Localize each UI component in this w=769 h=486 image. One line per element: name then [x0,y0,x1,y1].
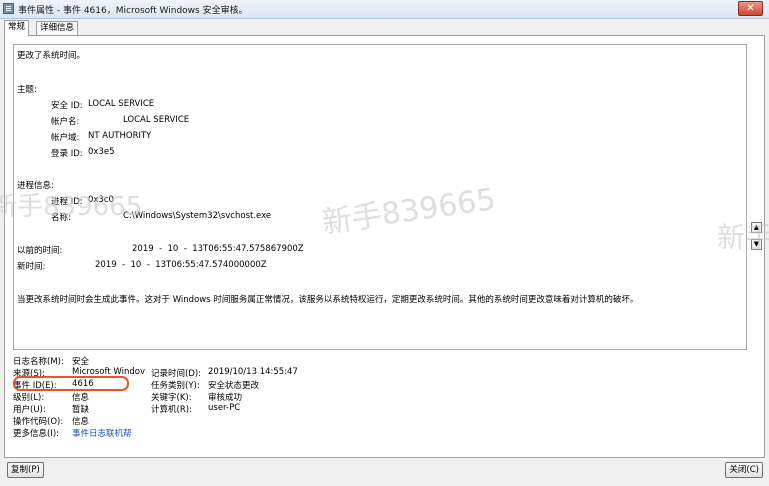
subject-header: 主题: [17,85,37,95]
title-bar: 事件属性 - 事件 4616，Microsoft Windows 安全审核。 ✕ [0,0,769,19]
level-value: 信息 [72,393,90,403]
more-info-label: 更多信息(I): [13,429,60,439]
log-name-value: 安全 [72,357,90,367]
opcode-value: 信息 [72,417,90,427]
security-id-label: 安全 ID: [51,101,83,111]
new-time-value: 2019 - 10 - 13T06:55:47.574000000Z [95,260,267,270]
watermark-right: 新手 [717,221,769,254]
task-category-label: 任务类别(Y): [151,381,200,391]
event-viewer-icon [3,3,14,14]
security-id-value: LOCAL SERVICE [88,99,155,109]
task-category-value: 安全状态更改 [208,381,260,391]
logged-label: 记录时间(D): [151,369,202,379]
general-panel: 更改了系统时间。 主题: 安全 ID: LOCAL SERVICE 帐户名: L… [0,35,769,458]
keywords-value: 审核成功 [208,393,243,403]
copy-button[interactable]: 复制(P) [7,462,44,478]
window-close-button[interactable]: ✕ [738,1,763,16]
close-button[interactable]: 关闭(C) [725,462,763,478]
description-note: 当更改系统时间时会生成此事件。这对于 Windows 时间服务属正常情况，该服务… [17,295,639,305]
account-name-value: LOCAL SERVICE [123,115,190,125]
account-domain-value: NT AUTHORITY [88,131,152,141]
keywords-label: 关键字(K): [151,393,192,403]
previous-time-label: 以前的时间: [17,246,63,256]
logon-id-label: 登录 ID: [51,149,83,159]
level-label: 级别(L): [13,393,45,403]
logon-id-value: 0x3e5 [88,147,115,157]
logged-value: 2019/10/13 14:55:47 [208,367,298,377]
tab-details[interactable]: 详细信息 [36,21,79,35]
account-domain-label: 帐户域: [51,133,80,143]
user-value: 暂缺 [72,405,90,415]
new-time-label: 新时间: [17,262,46,272]
event-id-highlight [13,376,129,391]
process-name-value: C:\Windows\System32\svchost.exe [123,211,272,221]
user-label: 用户(U): [13,405,46,415]
watermark-left: 新手839665 [0,192,143,222]
opcode-label: 操作代码(O): [13,417,64,427]
computer-value: user-PC [208,403,241,413]
log-name-label: 日志名称(M): [13,357,64,367]
tab-general[interactable]: 常规 [4,20,30,36]
account-name-label: 帐户名: [51,117,80,127]
more-info-link[interactable]: 事件日志联机帮 [72,427,132,439]
window-title: 事件属性 - 事件 4616，Microsoft Windows 安全审核。 [18,6,248,16]
computer-label: 计算机(R): [151,405,192,415]
description-summary: 更改了系统时间。 [17,51,86,61]
previous-time-value: 2019 - 10 - 13T06:55:47.575867900Z [132,244,304,254]
